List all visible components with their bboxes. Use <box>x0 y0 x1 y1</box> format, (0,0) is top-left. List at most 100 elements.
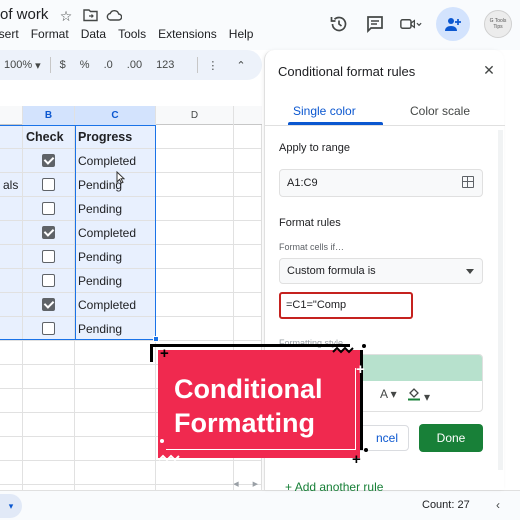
meet-icon[interactable] <box>400 13 422 35</box>
progress-cell[interactable]: Completed <box>75 221 156 245</box>
cell-d[interactable] <box>156 197 234 221</box>
cell-e[interactable] <box>234 317 262 341</box>
decrease-decimal-button[interactable]: .0 <box>104 59 113 71</box>
check-header-cell[interactable]: Check <box>23 125 75 149</box>
checkbox-cell[interactable] <box>23 269 75 293</box>
done-button[interactable]: Done <box>419 424 483 452</box>
empty-cell[interactable] <box>0 389 23 413</box>
checkbox-cell[interactable] <box>23 173 75 197</box>
more-options-icon[interactable]: ⋮ <box>207 59 218 72</box>
fill-color-icon[interactable]: ▾ <box>407 387 430 404</box>
empty-cell[interactable] <box>0 413 23 437</box>
panel-scrollbar[interactable] <box>498 130 503 470</box>
column-header-c[interactable]: C <box>75 106 156 125</box>
cell-d[interactable] <box>156 317 234 341</box>
empty-cell[interactable] <box>234 437 262 461</box>
checkbox-cell[interactable] <box>23 149 75 173</box>
avatar[interactable]: G Tools Tips <box>484 10 512 38</box>
formatting-style-preview[interactable]: A ▾ ▾ <box>279 354 483 412</box>
checkbox-checked[interactable] <box>42 226 55 239</box>
cell-a[interactable] <box>0 293 23 317</box>
history-icon[interactable] <box>328 13 350 35</box>
comments-icon[interactable] <box>364 13 386 35</box>
cell-e[interactable] <box>234 221 262 245</box>
side-panel-toggle-icon[interactable]: ‹ <box>490 497 506 513</box>
menu-extensions[interactable]: Extensions <box>158 27 217 41</box>
document-title[interactable]: of work <box>0 6 48 23</box>
empty-cell[interactable] <box>0 461 23 485</box>
zoom-select[interactable]: 100% ▾ <box>4 59 41 72</box>
progress-cell[interactable]: Pending <box>75 317 156 341</box>
empty-cell[interactable] <box>156 341 234 365</box>
add-another-rule-button[interactable]: + Add another rule <box>285 480 383 494</box>
cell-d[interactable] <box>156 269 234 293</box>
cell-e[interactable] <box>234 125 262 149</box>
menu-format[interactable]: Format <box>31 27 69 41</box>
sheet-tab-menu-icon[interactable]: ▾ <box>0 494 22 518</box>
checkbox-unchecked[interactable] <box>42 322 55 335</box>
close-icon[interactable]: ✕ <box>482 63 496 77</box>
star-icon[interactable]: ☆ <box>58 8 74 24</box>
empty-cell[interactable] <box>75 365 156 389</box>
custom-formula-input[interactable]: =C1="Comp <box>279 292 413 319</box>
menu-data[interactable]: Data <box>81 27 106 41</box>
cell-a[interactable] <box>0 317 23 341</box>
menu-insert[interactable]: nsert <box>0 27 19 41</box>
move-folder-icon[interactable] <box>82 8 98 24</box>
column-header-b[interactable]: B <box>23 106 75 125</box>
checkbox-checked[interactable] <box>42 298 55 311</box>
percent-format-button[interactable]: % <box>80 59 90 71</box>
column-header-a[interactable] <box>0 106 23 125</box>
empty-cell[interactable] <box>156 389 234 413</box>
checkbox-cell[interactable] <box>23 293 75 317</box>
empty-cell[interactable] <box>234 341 262 365</box>
empty-cell[interactable] <box>23 389 75 413</box>
cell-a-header[interactable] <box>0 125 23 149</box>
cell-e[interactable] <box>234 293 262 317</box>
empty-cell[interactable] <box>75 341 156 365</box>
cell-a[interactable] <box>0 197 23 221</box>
select-range-icon[interactable] <box>462 176 474 188</box>
empty-cell[interactable] <box>75 437 156 461</box>
empty-cell[interactable] <box>23 413 75 437</box>
condition-select[interactable]: Custom formula is <box>279 258 483 284</box>
cell-e[interactable] <box>234 245 262 269</box>
cell-d[interactable] <box>156 149 234 173</box>
checkbox-checked[interactable] <box>42 154 55 167</box>
fill-handle[interactable] <box>153 336 159 342</box>
empty-cell[interactable] <box>234 413 262 437</box>
cancel-button[interactable]: ncel <box>279 425 409 451</box>
cell-e[interactable] <box>234 269 262 293</box>
tab-color-scale[interactable]: Color scale <box>410 104 470 118</box>
cell-a[interactable]: als <box>0 173 23 197</box>
empty-cell[interactable] <box>75 413 156 437</box>
checkbox-cell[interactable] <box>23 317 75 341</box>
checkbox-cell[interactable] <box>23 197 75 221</box>
cell-a[interactable] <box>0 221 23 245</box>
menu-help[interactable]: Help <box>229 27 254 41</box>
checkbox-cell[interactable] <box>23 221 75 245</box>
checkbox-unchecked[interactable] <box>42 274 55 287</box>
column-header-d[interactable]: D <box>156 106 234 125</box>
currency-format-button[interactable]: $ <box>60 59 66 71</box>
cell-e[interactable] <box>234 149 262 173</box>
empty-cell[interactable] <box>0 365 23 389</box>
empty-cell[interactable] <box>234 365 262 389</box>
cell-a[interactable] <box>0 149 23 173</box>
empty-cell[interactable] <box>156 437 234 461</box>
empty-cell[interactable] <box>23 437 75 461</box>
progress-header-cell[interactable]: Progress <box>75 125 156 149</box>
empty-cell[interactable] <box>23 341 75 365</box>
progress-cell[interactable]: Pending <box>75 245 156 269</box>
progress-cell[interactable]: Completed <box>75 149 156 173</box>
column-header-e[interactable] <box>234 106 262 125</box>
cell-d[interactable] <box>156 173 234 197</box>
cloud-status-icon[interactable] <box>106 8 123 24</box>
cell-d[interactable] <box>156 125 234 149</box>
tab-single-color[interactable]: Single color <box>293 104 356 118</box>
spreadsheet-grid[interactable]: B C D Check Progress Completed als Pending Pe… <box>0 80 262 490</box>
empty-cell[interactable] <box>156 413 234 437</box>
empty-cell[interactable] <box>23 365 75 389</box>
checkbox-unchecked[interactable] <box>42 250 55 263</box>
checkbox-unchecked[interactable] <box>42 178 55 191</box>
